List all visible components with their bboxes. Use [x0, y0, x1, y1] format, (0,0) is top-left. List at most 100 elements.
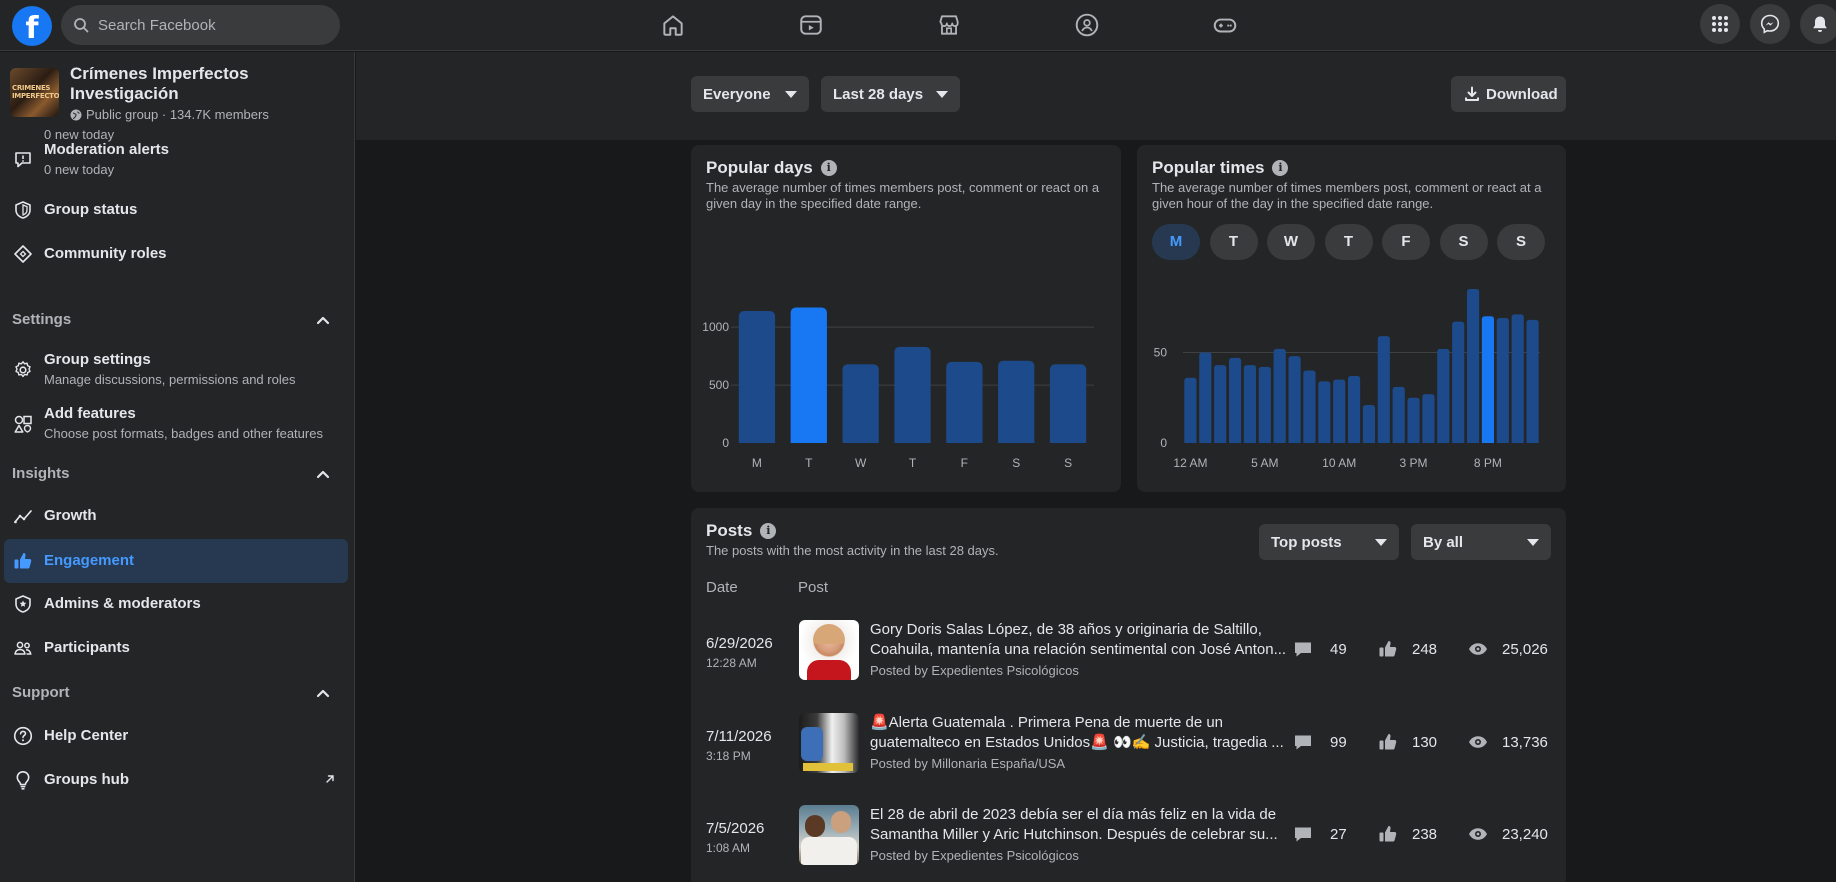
group-avatar[interactable]: CRIMENES IMPERFECTOS — [10, 68, 59, 117]
bar-8-AM[interactable] — [1303, 370, 1316, 443]
bar-11-PM[interactable] — [1526, 319, 1539, 443]
y-tick-label: 50 — [1154, 345, 1168, 359]
sidebar-item-label: Moderation alerts — [44, 141, 170, 158]
section-title-settings: Settings — [12, 311, 72, 328]
bar-T[interactable] — [894, 346, 931, 443]
facebook-logo-icon[interactable]: f — [12, 6, 52, 46]
reactions-count: 130 — [1412, 733, 1438, 751]
top-bar: f — [0, 0, 1836, 51]
sidebar-item-groups-hub[interactable]: Groups hub — [4, 759, 348, 801]
sidebar-item-growth[interactable]: Growth — [4, 495, 348, 537]
thumbs-up-icon — [1379, 641, 1397, 657]
bar-5-PM[interactable] — [1437, 348, 1450, 443]
bar-5-AM[interactable] — [1258, 366, 1271, 443]
bar-M[interactable] — [738, 310, 776, 443]
search-input[interactable] — [98, 16, 318, 34]
sidebar-item-group-status[interactable]: Group status — [4, 189, 348, 231]
bar-12-AM[interactable] — [1184, 377, 1197, 443]
bar-10-AM[interactable] — [1333, 379, 1346, 443]
sidebar-item-admins-moderators[interactable]: Admins & moderators — [4, 583, 348, 625]
bar-W[interactable] — [842, 364, 879, 443]
video-icon[interactable] — [796, 10, 826, 40]
bar-11-AM[interactable] — [1347, 375, 1361, 443]
bar-6-AM[interactable] — [1273, 348, 1286, 443]
gear-icon — [12, 359, 34, 381]
download-label: Download — [1486, 85, 1558, 103]
bar-7-AM[interactable] — [1288, 356, 1301, 443]
sort-dropdown[interactable]: Top posts — [1259, 524, 1399, 560]
sidebar-item-add-features[interactable]: Add features Choose post formats, badges… — [4, 399, 348, 449]
post-text[interactable]: Gory Doris Salas López, de 38 años y ori… — [870, 620, 1290, 660]
eye-icon — [1469, 828, 1487, 840]
bar-12-PM[interactable] — [1362, 404, 1376, 443]
messenger-icon[interactable] — [1750, 4, 1790, 44]
date-range-dropdown[interactable]: Last 28 days — [821, 76, 960, 112]
table-row[interactable]: 6/29/2026 12:28 AM Gory Doris Salas Lópe… — [690, 620, 1566, 712]
bar-S[interactable] — [998, 360, 1035, 443]
bar-6-PM[interactable] — [1452, 321, 1465, 443]
group-header[interactable]: CRIMENES IMPERFECTOS Crímenes Imperfecto… — [0, 52, 354, 130]
reactions-stat: 248 — [1378, 639, 1437, 659]
bar-4-AM[interactable] — [1243, 365, 1257, 443]
gaming-icon[interactable] — [1210, 10, 1240, 40]
popular-days-card: Popular days i The average number of time… — [691, 145, 1121, 492]
chevron-up-icon[interactable] — [313, 310, 333, 330]
y-tick-label: 0 — [1160, 436, 1167, 450]
bar-8-PM[interactable] — [1481, 316, 1495, 443]
sidebar-item-community-roles[interactable]: Community roles — [4, 233, 348, 275]
bar-S[interactable] — [1049, 364, 1087, 443]
audience-dropdown[interactable]: Everyone — [691, 76, 809, 112]
sidebar-item-engagement[interactable]: Engagement — [4, 539, 348, 583]
bar-3-AM[interactable] — [1228, 357, 1242, 443]
bar-2-AM[interactable] — [1214, 365, 1227, 443]
sidebar-item-participants[interactable]: Participants — [4, 627, 348, 669]
column-header-post: Post — [798, 579, 829, 596]
download-button[interactable]: Download — [1451, 76, 1566, 112]
chevron-up-icon[interactable] — [313, 683, 333, 703]
post-date: 7/5/2026 — [706, 820, 765, 837]
section-title-support: Support — [12, 684, 70, 701]
chevron-up-icon[interactable] — [313, 464, 333, 484]
audience-dropdown-label: Everyone — [703, 85, 771, 103]
post-thumbnail[interactable] — [799, 805, 859, 865]
lightbulb-icon — [12, 769, 34, 791]
bar-1-PM[interactable] — [1377, 336, 1390, 443]
group-meta-text: Public group · 134.7K members — [86, 107, 269, 122]
sidebar-item-group-settings[interactable]: Group settings Manage discussions, permi… — [4, 345, 348, 395]
x-tick-label: 10 AM — [1322, 456, 1356, 470]
post-date: 7/11/2026 — [706, 728, 772, 745]
post-text[interactable]: 🚨Alerta Guatemala . Primera Pena de muer… — [870, 713, 1290, 753]
groups-icon[interactable] — [1072, 10, 1102, 40]
x-tick-label: W — [855, 456, 867, 470]
bar-F[interactable] — [946, 361, 983, 443]
bar-T[interactable] — [790, 307, 827, 443]
post-thumbnail[interactable] — [799, 620, 859, 680]
bar-3-PM[interactable] — [1407, 397, 1420, 443]
menu-grid-icon[interactable] — [1700, 4, 1740, 44]
x-tick-label: M — [752, 456, 762, 470]
search-box[interactable] — [61, 5, 340, 45]
table-row[interactable]: 7/5/2026 1:08 AM El 28 de abril de 2023 … — [690, 805, 1566, 882]
post-thumbnail[interactable] — [799, 713, 859, 773]
bar-9-AM[interactable] — [1318, 381, 1331, 443]
caret-down-icon — [1527, 539, 1539, 546]
bar-7-PM[interactable] — [1466, 289, 1480, 443]
bar-9-PM[interactable] — [1496, 318, 1509, 443]
bar-1-AM[interactable] — [1199, 352, 1212, 443]
notifications-icon[interactable] — [1800, 4, 1836, 44]
post-text[interactable]: El 28 de abril de 2023 debía ser el día … — [870, 805, 1290, 845]
sidebar-item-moderation-alerts[interactable]: Moderation alerts 0 new today — [4, 135, 348, 185]
post-author: Posted by Millonaria España/USA — [870, 756, 1066, 771]
filter-dropdown[interactable]: By all — [1411, 524, 1551, 560]
bar-4-PM[interactable] — [1422, 394, 1435, 443]
bar-2-PM[interactable] — [1392, 386, 1405, 443]
posts-description: The posts with the most activity in the … — [706, 543, 999, 558]
marketplace-icon[interactable] — [934, 10, 964, 40]
chat-alert-icon — [12, 149, 34, 171]
group-name[interactable]: Crímenes Imperfectos Investigación — [70, 64, 340, 104]
bar-10-PM[interactable] — [1511, 314, 1524, 443]
info-icon[interactable]: i — [760, 523, 777, 539]
table-row[interactable]: 7/11/2026 3:18 PM 🚨Alerta Guatemala . Pr… — [690, 713, 1566, 805]
sidebar-item-help-center[interactable]: Help Center — [4, 715, 348, 757]
home-icon[interactable] — [658, 10, 688, 40]
